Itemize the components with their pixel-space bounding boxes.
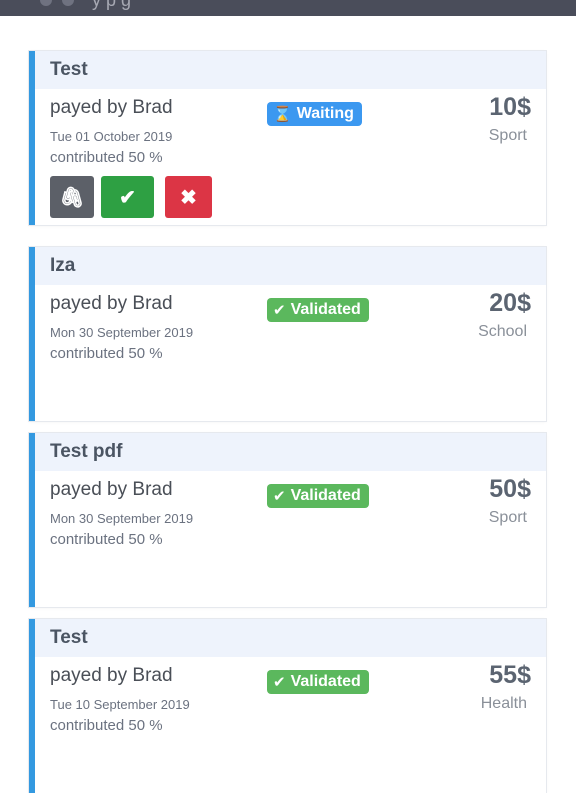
hourglass-icon: ⌛: [273, 105, 292, 123]
amount-value: 55$: [489, 661, 531, 689]
expense-card[interactable]: Test payed by Brad Tue 10 September 2019…: [29, 619, 546, 793]
attachment-button[interactable]: 🖇: [50, 176, 94, 218]
status-badge: ✔ Validated: [267, 484, 369, 508]
expense-date: Mon 30 September 2019: [50, 325, 194, 340]
status-label: Validated: [290, 301, 361, 318]
status-badge: ⌛ Waiting: [267, 102, 362, 126]
card-header: Test: [35, 619, 546, 657]
payer-text: payed by Brad: [50, 97, 173, 118]
accept-button[interactable]: ✔: [101, 176, 154, 218]
category-label: Health: [480, 695, 527, 712]
payer-text: payed by Brad: [50, 665, 173, 686]
reject-button[interactable]: ✖: [165, 176, 212, 218]
contribution-text: contributed 50 %: [50, 717, 163, 734]
expense-card[interactable]: Iza payed by Brad Mon 30 September 2019 …: [29, 247, 546, 421]
contribution-text: contributed 50 %: [50, 531, 163, 548]
top-navigation-bar: y p g: [0, 0, 576, 16]
amount-value: 10$: [489, 93, 531, 121]
status-label: Validated: [290, 487, 361, 504]
check-icon: ✔: [119, 186, 136, 209]
category-label: Sport: [488, 127, 527, 144]
status-label: Validated: [290, 673, 361, 690]
expense-date: Mon 30 September 2019: [50, 511, 194, 526]
check-icon: ✔: [273, 301, 286, 319]
expense-card[interactable]: Test pdf payed by Brad Mon 30 September …: [29, 433, 546, 607]
contribution-text: contributed 50 %: [50, 345, 163, 362]
expense-title: Test: [50, 59, 88, 80]
expense-title: Test pdf: [50, 441, 123, 462]
amount-value: 50$: [489, 475, 531, 503]
card-header: Test: [35, 51, 546, 89]
card-header: Iza: [35, 247, 546, 285]
expense-date: Tue 01 October 2019: [50, 129, 173, 144]
payer-text: payed by Brad: [50, 293, 173, 314]
expense-title: Test: [50, 627, 88, 648]
status-badge: ✔ Validated: [267, 298, 369, 322]
nav-dot-icon: [40, 0, 52, 6]
payer-text: payed by Brad: [50, 479, 173, 500]
status-badge: ✔ Validated: [267, 670, 369, 694]
card-header: Test pdf: [35, 433, 546, 471]
check-icon: ✔: [273, 673, 286, 691]
paperclip-icon: 🖇: [59, 186, 85, 209]
check-icon: ✔: [273, 487, 286, 505]
nav-dot-icon: [62, 0, 74, 6]
expense-date: Tue 10 September 2019: [50, 697, 190, 712]
contribution-text: contributed 50 %: [50, 149, 163, 166]
expense-card[interactable]: Test payed by Brad Tue 01 October 2019 c…: [29, 51, 546, 225]
status-label: Waiting: [296, 105, 354, 122]
category-label: Sport: [488, 509, 527, 526]
expense-title: Iza: [50, 255, 76, 276]
top-bar-title: y p g: [92, 0, 132, 10]
action-buttons: 🖇 ✔ ✖: [50, 176, 212, 218]
close-icon: ✖: [180, 186, 197, 209]
amount-value: 20$: [489, 289, 531, 317]
category-label: School: [478, 323, 527, 340]
